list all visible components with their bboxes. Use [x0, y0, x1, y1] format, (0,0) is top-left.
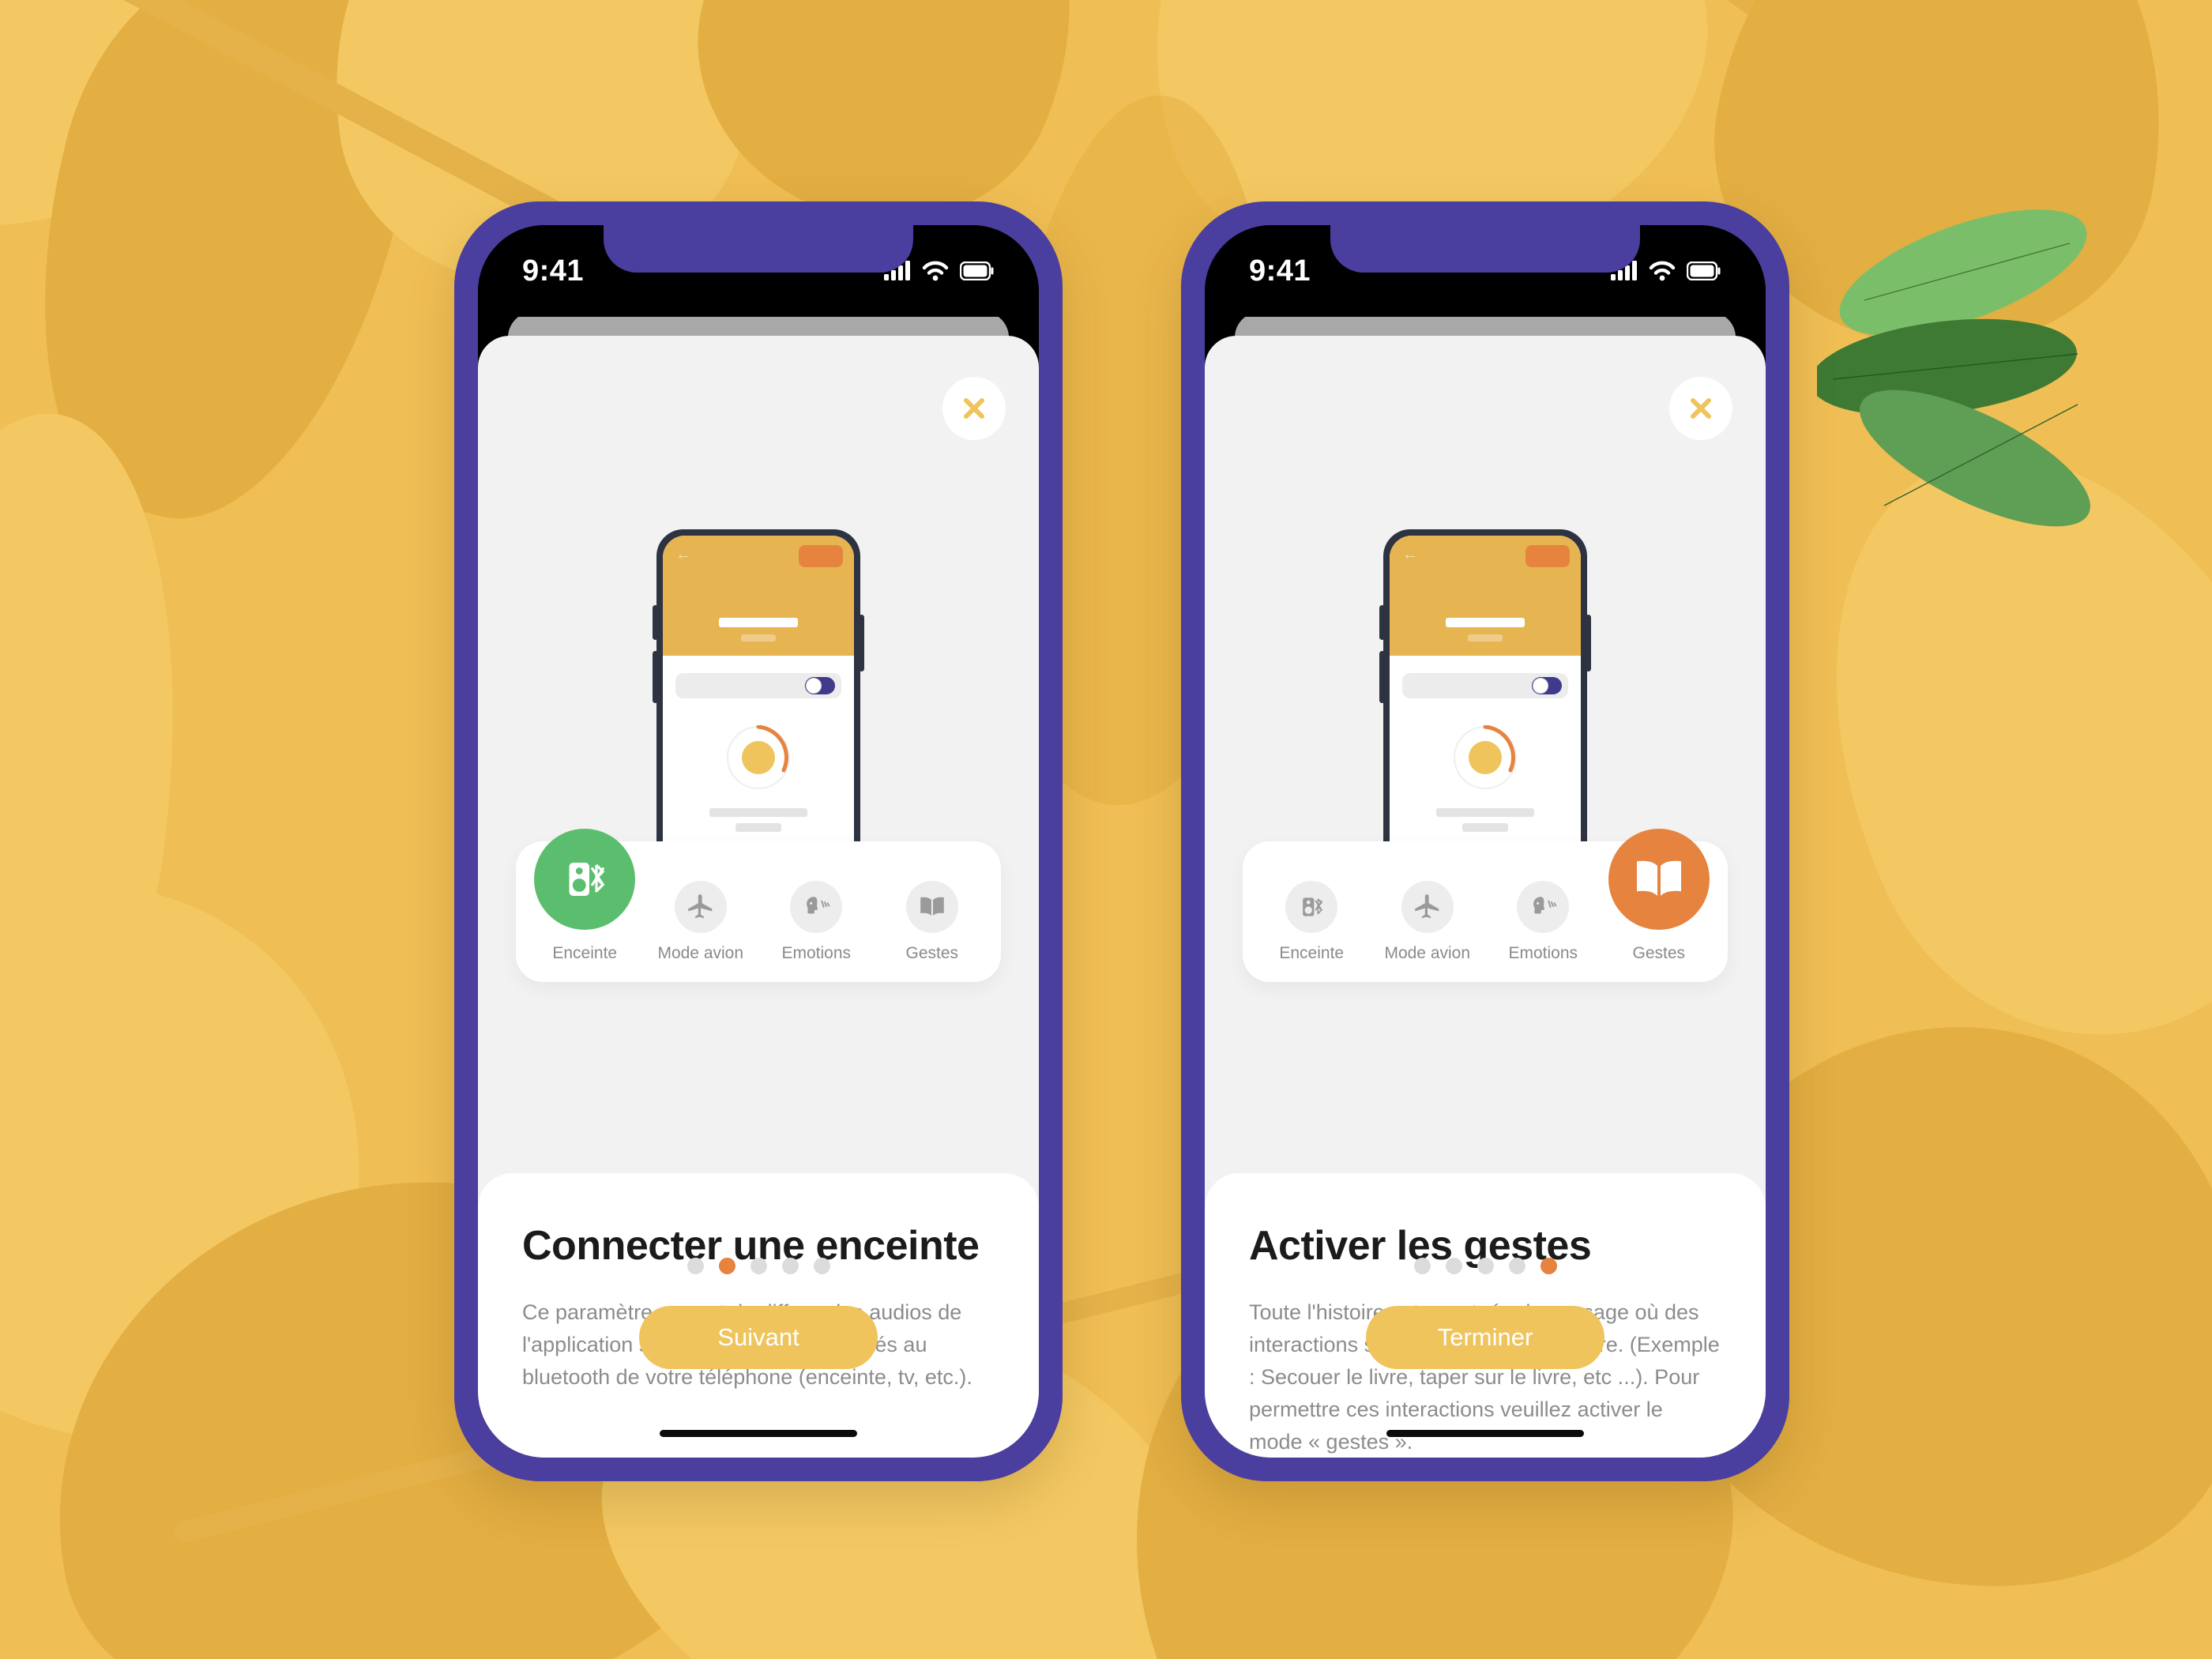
open-book-icon-wrap — [905, 881, 958, 933]
head-emotion-icon — [807, 897, 830, 914]
open-book-icon-wrap — [1608, 829, 1710, 930]
home-indicator-left — [660, 1430, 857, 1437]
pagination-dot[interactable] — [1508, 1258, 1525, 1274]
dock-label-mode-avion: Mode avion — [657, 944, 744, 962]
phone-screen-left: 9:41 ← Enceinte Mode avion Emotions Gest… — [478, 225, 1039, 1458]
head-emotion-icon-wrap — [1517, 881, 1570, 933]
preview-toggle-row-left — [675, 673, 841, 698]
settings-preview-illustration-left: ← — [653, 529, 864, 869]
close-button-left[interactable] — [942, 377, 1006, 440]
preview-toggle-switch — [805, 677, 835, 694]
dock-item-emotions[interactable]: Emotions — [765, 881, 867, 963]
dock-item-enceinte[interactable]: Enceinte — [533, 829, 636, 963]
dock-label-gestes: Gestes — [1632, 944, 1686, 962]
head-emotion-icon-wrap — [790, 881, 843, 933]
preview-subtitle-bar — [1468, 634, 1503, 641]
pagination-dot[interactable] — [781, 1258, 799, 1274]
speaker-bluetooth-icon-wrap — [534, 829, 636, 930]
onboarding-content-card-right: Activer les gestes Toute l'histoire est … — [1205, 1173, 1766, 1458]
close-icon — [1691, 398, 1711, 419]
dock-label-emotions: Emotions — [1508, 944, 1578, 962]
finish-button[interactable]: Terminer — [1366, 1306, 1604, 1369]
speaker-bluetooth-icon-wrap — [1285, 881, 1338, 933]
onboarding-content-card-left: Connecter une enceinte Ce paramètre perm… — [478, 1173, 1039, 1458]
battery-icon — [960, 261, 994, 280]
preview-text-line-1 — [1436, 808, 1534, 817]
dock-item-emotions[interactable]: Emotions — [1492, 881, 1594, 963]
volume-dial-icon — [726, 725, 791, 790]
airplane-icon — [1414, 894, 1439, 919]
preview-badge-right — [1525, 545, 1570, 567]
pagination-dot[interactable] — [750, 1258, 767, 1274]
wifi-icon — [922, 261, 949, 281]
phone-mockup-left: 9:41 ← Enceinte Mode avion Emotions Gest… — [454, 201, 1063, 1481]
close-icon — [964, 398, 984, 419]
preview-header-left: ← — [663, 536, 854, 656]
airplane-icon-wrap — [674, 881, 727, 933]
status-time: 9:41 — [522, 254, 585, 288]
pagination-dot[interactable] — [813, 1258, 830, 1274]
volume-dial-icon — [1453, 725, 1518, 790]
pagination-dot[interactable] — [687, 1258, 704, 1274]
back-arrow-icon: ← — [675, 546, 691, 563]
preview-toggle-switch — [1532, 677, 1562, 694]
preview-text-line-2 — [735, 823, 781, 832]
dock-item-gestes[interactable]: Gestes — [1608, 829, 1710, 963]
dock-item-mode-avion[interactable]: Mode avion — [649, 881, 752, 963]
open-book-icon — [1636, 860, 1681, 896]
dock-label-emotions: Emotions — [781, 944, 852, 962]
preview-text-line-1 — [709, 808, 807, 817]
next-button[interactable]: Suivant — [639, 1306, 878, 1369]
preview-toggle-row-right — [1402, 673, 1568, 698]
pagination-dot-active[interactable] — [1540, 1258, 1557, 1274]
dock-item-enceinte[interactable]: Enceinte — [1260, 881, 1363, 963]
pagination-dots-right — [1205, 1258, 1766, 1274]
settings-dock-left: Enceinte Mode avion Emotions Gestes — [516, 829, 1001, 982]
open-book-icon — [920, 897, 944, 916]
airplane-icon-wrap — [1401, 881, 1454, 933]
head-emotion-icon — [1533, 897, 1557, 914]
preview-header-right: ← — [1390, 536, 1581, 656]
phone-screen-right: 9:41 ← Enceinte Mode avion Emotions Gest… — [1205, 225, 1766, 1458]
pagination-dot-active[interactable] — [718, 1258, 735, 1274]
back-arrow-icon: ← — [1402, 546, 1418, 563]
home-indicator-right — [1386, 1430, 1584, 1437]
battery-icon — [1687, 261, 1721, 280]
close-button-right[interactable] — [1669, 377, 1732, 440]
phone-notch-right — [1330, 225, 1640, 273]
onboarding-sheet-left: ← Enceinte Mode avion Emotions Gestes Co… — [478, 336, 1039, 1458]
dock-item-gestes[interactable]: Gestes — [881, 881, 984, 963]
dock-label-mode-avion: Mode avion — [1384, 944, 1471, 962]
preview-badge-left — [799, 545, 843, 567]
pagination-dot[interactable] — [1445, 1258, 1462, 1274]
dock-label-enceinte: Enceinte — [552, 944, 618, 962]
preview-title-bar — [719, 618, 798, 627]
preview-title-bar — [1446, 618, 1525, 627]
phone-mockup-right: 9:41 ← Enceinte Mode avion Emotions Gest… — [1181, 201, 1789, 1481]
screenshot-canvas: 9:41 ← Enceinte Mode avion Emotions Gest… — [0, 0, 2212, 1659]
status-time: 9:41 — [1249, 254, 1311, 288]
preview-subtitle-bar — [741, 634, 776, 641]
dock-label-gestes: Gestes — [905, 944, 959, 962]
wifi-icon — [1649, 261, 1676, 281]
speaker-bluetooth-icon — [1303, 897, 1323, 916]
phone-notch-left — [604, 225, 913, 273]
dock-label-enceinte: Enceinte — [1279, 944, 1345, 962]
preview-text-line-2 — [1462, 823, 1508, 832]
pagination-dot[interactable] — [1477, 1258, 1494, 1274]
speaker-bluetooth-icon — [569, 863, 605, 896]
pagination-dots-left — [478, 1258, 1039, 1274]
airplane-icon — [687, 894, 712, 919]
settings-preview-illustration-right: ← — [1379, 529, 1591, 869]
decorative-leaf-cluster — [1817, 209, 2090, 527]
pagination-dot[interactable] — [1413, 1258, 1431, 1274]
onboarding-sheet-right: ← Enceinte Mode avion Emotions Gestes Ac… — [1205, 336, 1766, 1458]
settings-dock-right: Enceinte Mode avion Emotions Gestes — [1243, 829, 1728, 982]
dock-item-mode-avion[interactable]: Mode avion — [1376, 881, 1479, 963]
